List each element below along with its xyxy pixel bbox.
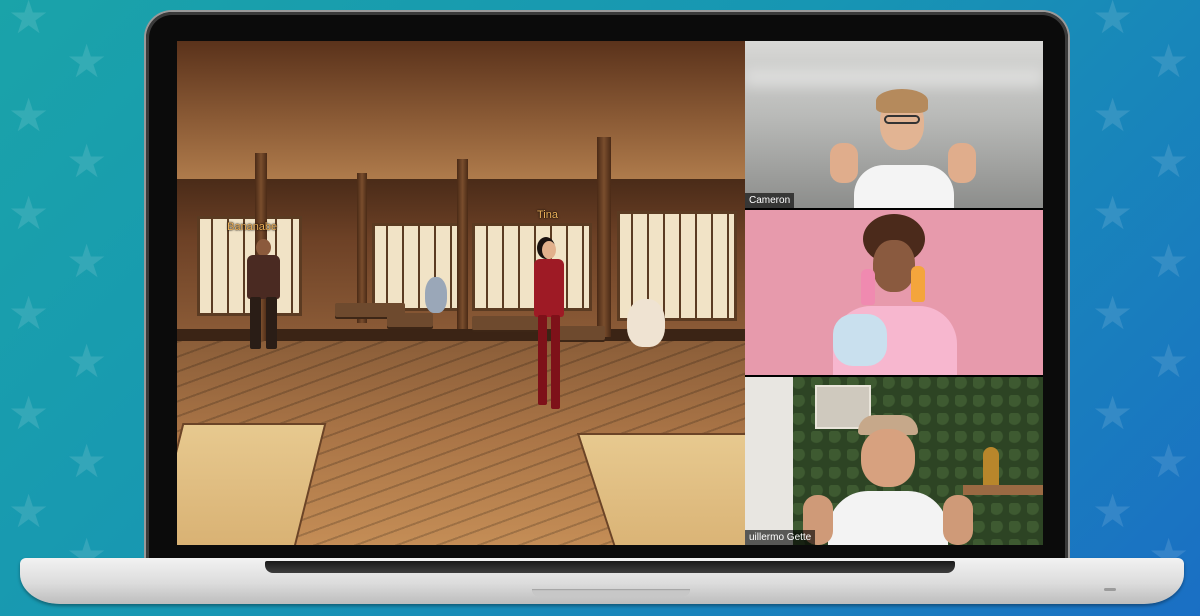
game-vase xyxy=(627,299,665,347)
thumbs-up-icon xyxy=(830,143,858,183)
character-leg xyxy=(538,315,547,405)
participant-arm xyxy=(943,495,973,545)
participant-sweater xyxy=(833,314,887,366)
participant-face xyxy=(861,429,915,487)
participant-shirt xyxy=(828,491,948,545)
game-low-table xyxy=(387,313,433,327)
player-name-label: Bananabe xyxy=(227,221,278,233)
participant-shirt xyxy=(854,165,954,208)
laptop-opening-notch xyxy=(532,589,690,597)
popsicle-icon xyxy=(911,266,925,302)
participant-hair xyxy=(876,89,928,113)
thumbs-up-icon xyxy=(948,143,976,183)
character-leg xyxy=(266,297,277,349)
player-name-label: Tina xyxy=(537,209,558,221)
character-leg xyxy=(551,315,560,409)
glasses-icon xyxy=(884,115,920,124)
video-tile-participant[interactable] xyxy=(745,210,1043,375)
character-body xyxy=(534,259,564,317)
game-wooden-post xyxy=(357,173,367,323)
game-character-tina[interactable] xyxy=(522,241,576,409)
character-head xyxy=(256,239,271,256)
game-viewport[interactable]: Bananabe Tina xyxy=(177,41,745,545)
laptop-hinge xyxy=(265,561,955,573)
participant-video-feed xyxy=(793,415,983,545)
popsicle-icon xyxy=(861,269,875,305)
video-tile-participant[interactable]: uillermo Gette xyxy=(745,377,1043,545)
participant-face xyxy=(873,240,915,292)
game-character-bananabe[interactable] xyxy=(239,239,289,355)
participant-name-tag: uillermo Gette xyxy=(745,530,816,545)
game-wooden-post xyxy=(597,137,611,337)
laptop-screen: Bananabe Tina Cameron uillermo Gette xyxy=(177,41,1043,545)
participant-video-feed xyxy=(825,214,965,375)
character-head xyxy=(542,241,556,259)
character-leg xyxy=(250,297,261,349)
game-wooden-post xyxy=(457,159,468,329)
trophy-icon xyxy=(983,447,999,487)
participant-name-tag: Cameron xyxy=(745,193,795,208)
video-tile-participant[interactable]: Cameron xyxy=(745,41,1043,208)
game-shoji-screen xyxy=(372,223,467,311)
character-body xyxy=(247,255,280,299)
laptop-indicator-light xyxy=(1104,588,1116,591)
participant-video-feed xyxy=(830,81,980,208)
room-door xyxy=(745,377,793,545)
game-vase xyxy=(425,277,447,313)
